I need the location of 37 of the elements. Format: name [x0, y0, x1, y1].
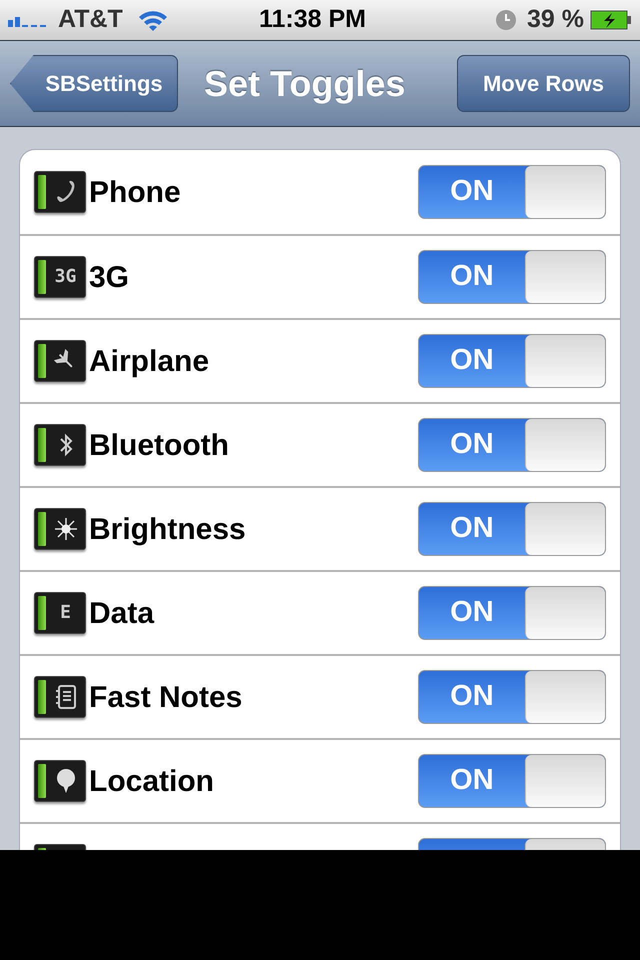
toggle-switch[interactable]: ON	[418, 754, 606, 808]
clock-time: 11:38 PM	[259, 4, 366, 36]
toggle-label: Location	[89, 764, 214, 800]
toggle-switch[interactable]: ON	[418, 334, 606, 388]
toggle-switch[interactable]: ON	[418, 250, 606, 304]
clock-icon	[495, 9, 518, 31]
toggle-label: Bluetooth	[89, 428, 229, 464]
toggle-label: Phone	[89, 174, 181, 210]
toggle-switch[interactable]: ON	[418, 165, 606, 219]
battery-percent: 39 %	[527, 4, 584, 36]
toggle-label: Fast Notes	[89, 680, 242, 716]
toggle-switch[interactable]: ON	[418, 418, 606, 472]
indicator-light	[38, 260, 46, 294]
back-button[interactable]: SBSettings	[10, 55, 178, 112]
toggle-label: Data	[89, 596, 154, 632]
toggle-switch[interactable]: ON	[418, 586, 606, 640]
toggle-label: Airplane	[89, 344, 210, 380]
move-rows-button[interactable]: Move Rows	[457, 55, 630, 112]
toggle-switch[interactable]: ON	[418, 502, 606, 556]
icon-glyph: E	[60, 604, 71, 622]
sun-icon	[52, 516, 78, 542]
indicator-light	[38, 175, 46, 209]
toggle-label: Brightness	[89, 512, 246, 548]
indicator-light	[38, 428, 46, 462]
toggle-label: 3G	[89, 260, 130, 296]
indicator-light	[38, 596, 46, 630]
indicator-light	[38, 680, 46, 714]
screen-title: Set Toggles	[204, 62, 406, 106]
bluetooth-icon	[58, 432, 74, 458]
indicator-light	[38, 764, 46, 798]
carrier-name: AT&T	[58, 4, 123, 36]
indicator-light	[38, 512, 46, 546]
indicator-light	[38, 344, 46, 378]
battery-icon	[590, 10, 632, 30]
icon-glyph: 3G	[54, 268, 76, 286]
toggle-switch[interactable]: ON	[418, 670, 606, 724]
notebook-icon	[54, 684, 76, 710]
